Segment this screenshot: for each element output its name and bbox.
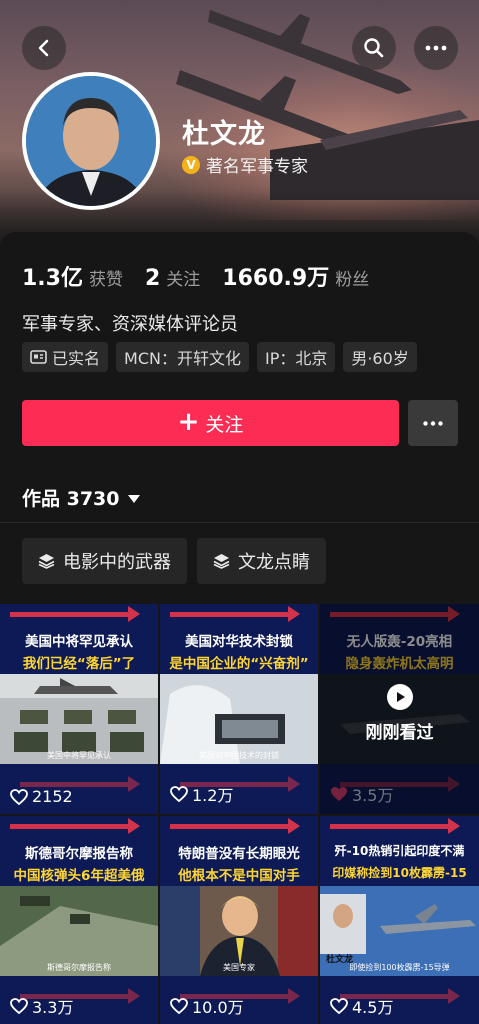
heart-icon [330,998,348,1014]
video-caption: 美国中将罕见承认 [47,751,111,760]
likes-label: 获赞 [88,270,123,290]
heart-icon [331,787,347,801]
video-tile[interactable]: 美国中将罕见承认 我们已经“落后”了 美国中将罕见承认 2152 [0,604,158,814]
tag-label: MCN：开轩文化 [124,349,241,368]
heart-icon [10,998,28,1014]
heart-icon [170,786,188,802]
more-options-button[interactable] [414,26,458,70]
recently-watched-mark: 刚刚看过 [320,684,479,743]
collection-label: 电影中的武器 [63,552,171,573]
video-title-line1: 美国对华技术封锁 [185,634,293,650]
profile-tags: 已实名 MCN：开轩文化 IP：北京 男·60岁 [22,342,417,372]
stats-row: 1.3亿 获赞 2 关注 1660.9万 粉丝 [22,260,391,292]
heart-icon [10,788,28,805]
collection-wenlong-dianjing[interactable]: 文龙点睛 [197,538,326,584]
works-tab[interactable]: 作品 3730 [22,484,140,511]
avatar[interactable] [22,72,160,210]
tag-mcn[interactable]: MCN：开轩文化 [116,342,249,372]
likes-count: 3.3万 [32,998,74,1017]
tag-gender-age: 男·60岁 [343,342,417,372]
heart-icon [170,998,188,1014]
video-likes: 1.2万 [170,782,233,806]
search-icon [364,38,384,58]
plus-icon: + [177,406,200,437]
video-caption: 美国专家 [223,963,255,972]
tag-label: 男·60岁 [351,349,409,368]
collection-label: 文龙点睛 [238,552,310,573]
video-title-line2: 他根本不是中国对手 [178,868,300,884]
video-title-line2: 印媒称捡到10枚霹雳-15 [332,866,467,880]
arrow-decoration [10,818,140,834]
back-button[interactable] [22,26,66,70]
video-tile[interactable]: 斯德哥尔摩报告称 中国核弹头6年超美俄 斯德哥尔摩报告称 3.3万 [0,816,158,1024]
followers-count[interactable]: 1660.9万 [222,260,329,292]
layers-icon [38,554,55,569]
tag-real-name: 已实名 [22,342,109,372]
more-icon [425,45,447,51]
video-title-line2: 我们已经“落后”了 [22,656,136,672]
collections-row: 电影中的武器 文龙点睛 [22,538,326,584]
video-tile[interactable]: 美国对华技术封锁 是中国企业的“兴奋剂” 美国对中国技术的封锁 1.2万 [160,604,318,814]
caret-down-icon [127,494,140,503]
video-tile[interactable]: 无人版轰-20亮相 隐身轰炸机太高明 刚刚看过 3.5万 [320,604,479,814]
verification-text: 著名军事专家 [206,157,308,177]
play-icon [386,684,413,710]
profile-name: 杜文龙 [182,119,266,150]
likes-count: 1.2万 [192,786,234,805]
arrow-decoration [10,606,140,622]
video-title-line2: 中国核弹头6年超美俄 [13,868,145,884]
video-likes: 4.5万 [330,994,393,1018]
video-likes: 10.0万 [170,994,244,1018]
following-label[interactable]: 关注 [166,265,200,290]
follow-label: 关注 [205,413,244,436]
works-label: 作品 3730 [22,488,120,510]
followers-label[interactable]: 粉丝 [335,265,369,290]
more-icon [423,420,443,426]
video-caption: 斯德哥尔摩报告称 [47,963,111,972]
video-caption: 即使捡到100枚霹雳-15导弹 [349,963,450,972]
video-title-line1: 特朗普没有长期眼光 [178,846,300,862]
more-actions-button[interactable] [408,400,458,446]
likes-count: 3.5万 [352,786,394,805]
video-title-line1: 美国中将罕见承认 [25,634,133,650]
layers-icon [213,554,230,569]
arrow-decoration [170,606,300,622]
video-likes: 3.3万 [10,994,73,1018]
tag-ip: IP：北京 [256,342,336,372]
arrow-decoration [330,818,460,834]
id-card-icon [30,350,47,364]
arrow-decoration [170,818,300,834]
divider [0,522,479,523]
video-title-line1: 歼-10热销引起印度不满 [334,844,465,858]
video-tile[interactable]: 歼-10热销引起印度不满 印媒称捡到10枚霹雳-15 杜文龙 即使捡到100枚霹… [320,816,479,1024]
bio-text: 军事专家、资深媒体评论员 [22,314,238,335]
video-likes: 2152 [10,787,73,806]
verified-badge-icon: V [182,155,200,174]
likes-count: 10.0万 [192,998,244,1017]
video-title-line1: 斯德哥尔摩报告称 [25,846,133,862]
avatar-portrait [26,76,156,206]
video-title-line2: 是中国企业的“兴奋剂” [169,656,309,672]
likes-count: 2152 [32,787,73,806]
follow-button[interactable]: + 关注 [22,400,399,446]
video-caption: 美国对中国技术的封锁 [199,751,279,760]
likes-count: 1.3亿 [22,266,83,291]
tag-label: IP：北京 [264,349,328,368]
search-button[interactable] [352,26,396,70]
video-grid: 美国中将罕见承认 我们已经“落后”了 美国中将罕见承认 2152 美国对华技术封… [0,604,479,1024]
verification-row: V 著名军事专家 [182,152,308,177]
likes-count: 4.5万 [352,998,394,1017]
video-likes: 3.5万 [330,782,393,806]
video-tile[interactable]: 特朗普没有长期眼光 他根本不是中国对手 美国专家 10.0万 [160,816,318,1024]
collection-weapons-in-movies[interactable]: 电影中的武器 [22,538,187,584]
tag-label: 已实名 [52,349,101,368]
following-count[interactable]: 2 [145,266,160,291]
back-icon [38,39,49,57]
recently-watched-label: 刚刚看过 [365,723,434,743]
